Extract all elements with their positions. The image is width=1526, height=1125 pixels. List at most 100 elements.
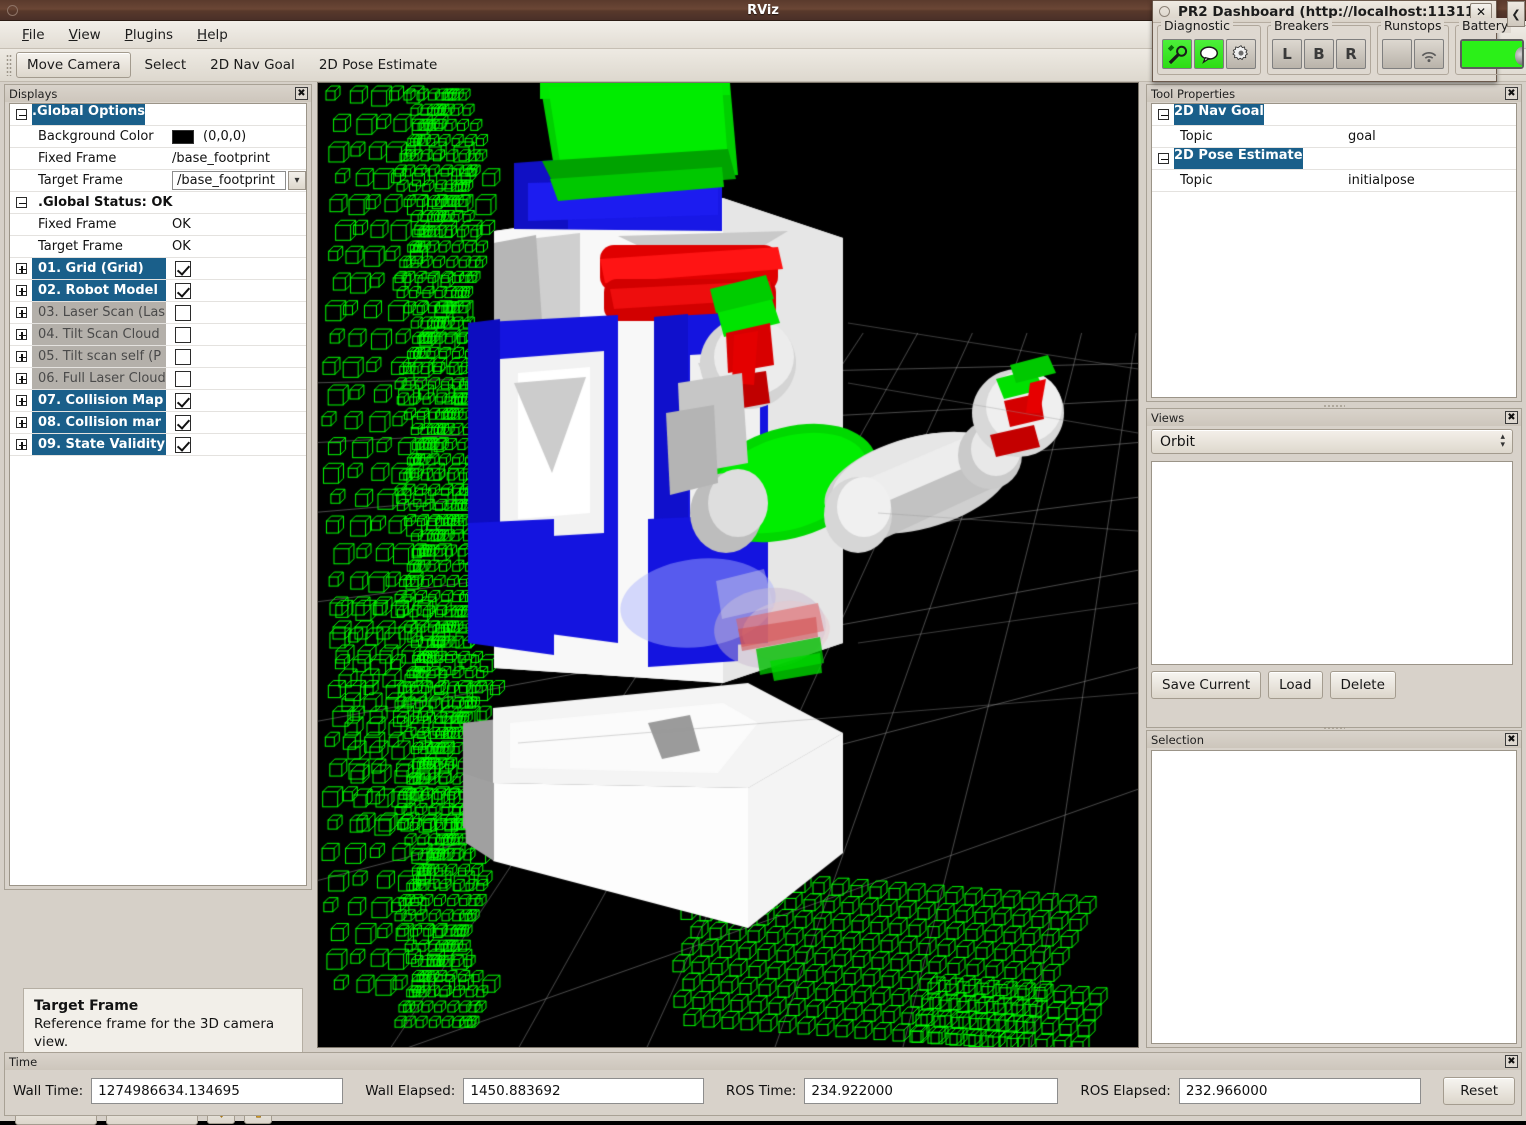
tp-row-nav-goal-topic[interactable]: Topic goal: [1152, 126, 1516, 148]
expander-icon[interactable]: [10, 434, 32, 455]
row-value[interactable]: (0,0,0): [166, 126, 306, 147]
row-value[interactable]: [166, 412, 306, 433]
chevron-left-icon[interactable]: ❮: [1507, 1, 1525, 27]
expander-icon[interactable]: [10, 258, 32, 279]
tp-row-pose-estimate-topic[interactable]: Topic initialpose: [1152, 170, 1516, 192]
display-row-grid[interactable]: 01. Grid (Grid): [10, 258, 306, 280]
row-value[interactable]: [166, 346, 306, 367]
menu-file[interactable]: File: [10, 24, 57, 46]
display-row-laser-scan[interactable]: 03. Laser Scan (Las: [10, 302, 306, 324]
tool-select[interactable]: Select: [133, 52, 197, 78]
row-value[interactable]: initialpose: [1342, 170, 1516, 191]
row-value[interactable]: /base_footprint ▾: [166, 170, 306, 191]
display-row-tilt-scan-cloud[interactable]: 04. Tilt Scan Cloud: [10, 324, 306, 346]
wall-elapsed-field[interactable]: 1450.883692: [463, 1078, 704, 1104]
expander-icon[interactable]: [10, 324, 32, 345]
delete-button[interactable]: Delete: [1329, 671, 1396, 699]
tp-row-2d-nav-goal[interactable]: 2D Nav Goal: [1152, 104, 1516, 126]
gear-icon[interactable]: [1226, 38, 1256, 69]
3d-scene-canvas[interactable]: [318, 83, 1138, 1047]
display-row-status-fixed-frame[interactable]: Fixed Frame OK: [10, 214, 306, 236]
display-row-full-laser-cloud[interactable]: 06. Full Laser Cloud: [10, 368, 306, 390]
selection-property-grid[interactable]: [1151, 750, 1517, 1044]
save-current-button[interactable]: Save Current: [1151, 671, 1262, 699]
view-type-select[interactable]: Orbit ▴ ▾: [1151, 429, 1513, 454]
enable-checkbox[interactable]: [175, 370, 191, 387]
display-row-robot-model[interactable]: 02. Robot Model: [10, 280, 306, 302]
close-icon[interactable]: ✖: [1505, 733, 1518, 746]
expander-icon[interactable]: [10, 412, 32, 433]
expander-icon[interactable]: [10, 346, 32, 367]
tool-move-camera[interactable]: Move Camera: [16, 52, 132, 78]
display-row-target-frame[interactable]: Target Frame /base_footprint ▾: [10, 170, 306, 192]
enable-checkbox[interactable]: [175, 304, 191, 321]
display-row-state-validity[interactable]: 09. State Validity: [10, 434, 306, 456]
battery-icon[interactable]: [1460, 38, 1524, 69]
display-row-global-status[interactable]: .Global Status: OK: [10, 192, 306, 214]
ros-elapsed-field[interactable]: 232.966000: [1178, 1078, 1422, 1104]
chevron-updown-icon[interactable]: ▴ ▾: [1500, 433, 1505, 450]
menu-plugins[interactable]: Plugins: [113, 24, 185, 46]
saved-views-list[interactable]: [1151, 461, 1513, 665]
enable-checkbox[interactable]: [175, 436, 191, 453]
tool-2d-nav-goal[interactable]: 2D Nav Goal: [199, 52, 306, 78]
display-row-background-color[interactable]: Background Color (0,0,0): [10, 126, 306, 148]
close-icon[interactable]: ✖: [295, 87, 308, 100]
enable-checkbox[interactable]: [175, 326, 191, 343]
menu-view[interactable]: View: [57, 24, 113, 46]
display-row-tilt-scan-self[interactable]: 05. Tilt scan self (P: [10, 346, 306, 368]
close-icon[interactable]: ✖: [1505, 87, 1518, 100]
expander-icon[interactable]: [1152, 104, 1174, 125]
wrench-icon[interactable]: [1162, 38, 1192, 69]
row-value[interactable]: [166, 368, 306, 389]
expander-icon[interactable]: [10, 390, 32, 411]
chevron-down-icon[interactable]: ▾: [288, 171, 306, 190]
display-row-collision-map[interactable]: 07. Collision Map: [10, 390, 306, 412]
display-row-collision-markers[interactable]: 08. Collision mar: [10, 412, 306, 434]
close-icon[interactable]: ✖: [1505, 411, 1518, 424]
target-frame-input[interactable]: /base_footprint: [172, 171, 287, 190]
enable-checkbox[interactable]: [175, 282, 191, 299]
tool-properties-grid[interactable]: 2D Nav Goal Topic goal 2D Pose Estimate …: [1151, 103, 1517, 398]
load-button[interactable]: Load: [1268, 671, 1323, 699]
row-value[interactable]: [166, 302, 306, 323]
expander-icon[interactable]: [10, 368, 32, 389]
row-value[interactable]: goal: [1342, 126, 1516, 147]
displays-property-grid[interactable]: .Global Options Background Color (0,0,0)…: [9, 103, 307, 886]
wall-time-field[interactable]: 1274986634.134695: [91, 1078, 344, 1104]
circle-icon[interactable]: [1159, 6, 1170, 17]
reset-button[interactable]: Reset: [1443, 1077, 1515, 1105]
tool-2d-pose-estimate[interactable]: 2D Pose Estimate: [308, 52, 448, 78]
menu-help[interactable]: Help: [185, 24, 240, 46]
expander-icon[interactable]: [10, 302, 32, 323]
display-row-global-options[interactable]: .Global Options: [10, 104, 306, 126]
row-value[interactable]: [166, 390, 306, 411]
expander-icon[interactable]: [10, 280, 32, 301]
row-value[interactable]: [166, 258, 306, 279]
enable-checkbox[interactable]: [175, 260, 191, 277]
speech-bubble-icon[interactable]: [1194, 38, 1224, 69]
expander-icon[interactable]: [1152, 148, 1174, 169]
runstop-physical-icon[interactable]: [1382, 38, 1412, 69]
expander-icon[interactable]: [10, 104, 32, 125]
3d-render-view[interactable]: [317, 82, 1139, 1048]
circle-icon[interactable]: [7, 5, 18, 16]
ros-time-field[interactable]: 234.922000: [804, 1078, 1059, 1104]
color-swatch[interactable]: [172, 129, 194, 144]
row-value[interactable]: [166, 280, 306, 301]
breaker-base-icon[interactable]: B: [1304, 38, 1334, 69]
breaker-right-icon[interactable]: R: [1336, 38, 1366, 69]
close-icon[interactable]: ✖: [1505, 1055, 1518, 1068]
breaker-left-icon[interactable]: L: [1272, 38, 1302, 69]
row-value[interactable]: [166, 434, 306, 455]
runstop-wireless-icon[interactable]: [1414, 38, 1444, 69]
enable-checkbox[interactable]: [175, 392, 191, 409]
row-value[interactable]: [166, 324, 306, 345]
enable-checkbox[interactable]: [175, 414, 191, 431]
enable-checkbox[interactable]: [175, 348, 191, 365]
expander-icon[interactable]: [10, 192, 32, 213]
toolbar-grip[interactable]: [6, 54, 12, 76]
display-row-fixed-frame[interactable]: Fixed Frame /base_footprint: [10, 148, 306, 170]
tp-row-2d-pose-estimate[interactable]: 2D Pose Estimate: [1152, 148, 1516, 170]
display-row-status-target-frame[interactable]: Target Frame OK: [10, 236, 306, 258]
